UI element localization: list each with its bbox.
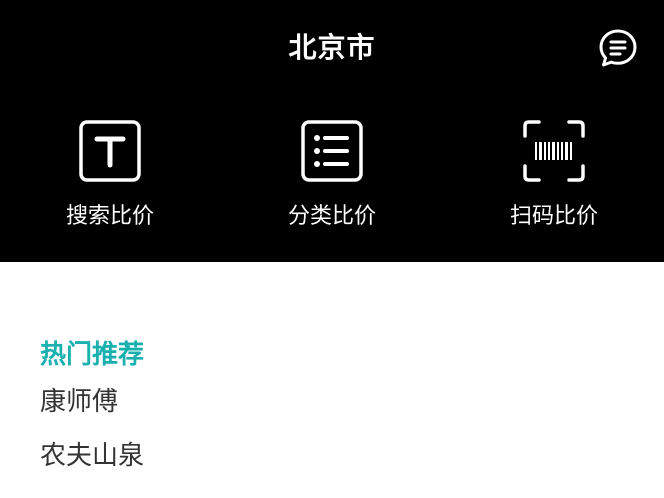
hot-recommend-title: 热门推荐 <box>40 340 145 370</box>
barcode-scan-icon <box>521 118 587 184</box>
hot-item-nongfu-spring[interactable]: 农夫山泉 <box>40 429 640 483</box>
list-icon <box>299 118 365 184</box>
search-compare-label: 搜索比价 <box>65 204 154 229</box>
scan-compare-label: 扫码比价 <box>509 204 598 229</box>
category-compare-label: 分类比价 <box>287 204 376 229</box>
hot-recommend-section: 热门推荐 康师傅 农夫山泉 <box>40 335 640 483</box>
text-t-icon <box>77 118 143 184</box>
hot-item-kangshifu[interactable]: 康师傅 <box>40 375 640 429</box>
search-compare-button[interactable]: 搜索比价 <box>30 118 190 230</box>
action-row: 搜索比价 分类比价 扫码比价 <box>0 0 664 262</box>
header-bar: 北京市 搜索比价 分类比价 扫码比价 <box>0 0 664 262</box>
scan-compare-button[interactable]: 扫码比价 <box>474 118 634 230</box>
category-compare-button[interactable]: 分类比价 <box>252 118 412 230</box>
